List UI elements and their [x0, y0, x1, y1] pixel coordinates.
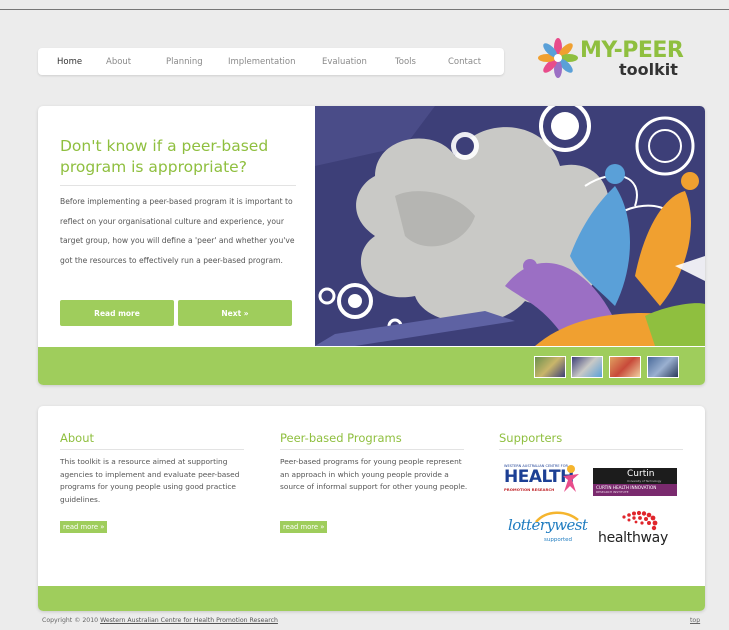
nav-contact[interactable]: Contact — [448, 57, 481, 67]
nav-planning[interactable]: Planning — [166, 57, 228, 67]
slide-thumbnail-bar — [38, 347, 705, 385]
runner-figure-icon — [563, 465, 579, 492]
top-divider — [0, 9, 729, 10]
slide-thumbnail-4[interactable] — [647, 356, 679, 378]
slide-thumbnail-1[interactable] — [534, 356, 566, 378]
hero-illustration — [315, 106, 705, 346]
nav-home[interactable]: Home — [57, 57, 106, 67]
nav-evaluation[interactable]: Evaluation — [322, 57, 395, 67]
programs-divider — [280, 449, 464, 450]
about-heading: About — [60, 431, 95, 445]
healthway-logo[interactable]: healthway — [596, 509, 680, 551]
health-promotion-research-logo[interactable]: WESTERN AUSTRALIAN CENTRE FOR HEALTH PRO… — [504, 464, 584, 498]
supporters-heading: Supporters — [499, 431, 563, 445]
lotterywest-logo[interactable]: lotterywest supported — [506, 510, 588, 550]
logo-subtitle: toolkit — [619, 60, 678, 79]
nav-about[interactable]: About — [106, 57, 166, 67]
wachpr-link[interactable]: Western Australian Centre for Health Pro… — [100, 617, 278, 624]
nav-implementation[interactable]: Implementation — [228, 57, 322, 67]
slide-thumbnail-2[interactable] — [571, 356, 603, 378]
content-panel: About This toolkit is a resource aimed a… — [38, 406, 705, 611]
about-divider — [60, 449, 244, 450]
hero-body: Before implementing a peer-based program… — [60, 197, 295, 265]
main-nav: Home About Planning Implementation Evalu… — [38, 48, 504, 75]
about-read-more-link[interactable]: read more » — [60, 521, 108, 533]
flower-logo-icon — [538, 38, 578, 78]
next-button[interactable]: Next » — [178, 300, 292, 326]
copyright-prefix: Copyright © 2010 — [42, 617, 99, 624]
read-more-button[interactable]: Read more — [60, 300, 174, 326]
footer-bar — [38, 586, 705, 611]
back-to-top-link[interactable]: top — [690, 617, 700, 624]
about-text: This toolkit is a resource aimed at supp… — [60, 457, 240, 504]
curtin-logo[interactable]: Curtin University of Technology CURTIN H… — [593, 468, 677, 496]
supporters-divider — [499, 449, 683, 450]
nav-tools[interactable]: Tools — [395, 57, 448, 67]
hero-slider: Don't know if a peer-based program is ap… — [38, 106, 705, 385]
slide-thumbnail-3[interactable] — [609, 356, 641, 378]
dotted-swoosh-icon — [622, 510, 658, 531]
hero-title: Don't know if a peer-based program is ap… — [60, 137, 269, 176]
copyright: Copyright © 2010 Western Australian Cent… — [42, 617, 278, 624]
my-peer-logo[interactable]: MY-PEER toolkit — [536, 36, 696, 82]
programs-read-more-link[interactable]: read more » — [280, 521, 328, 533]
programs-text: Peer-based programs for young people rep… — [280, 457, 468, 491]
hero-text-panel: Don't know if a peer-based program is ap… — [38, 106, 315, 346]
hero-divider — [60, 185, 296, 186]
programs-heading: Peer-based Programs — [280, 431, 402, 445]
